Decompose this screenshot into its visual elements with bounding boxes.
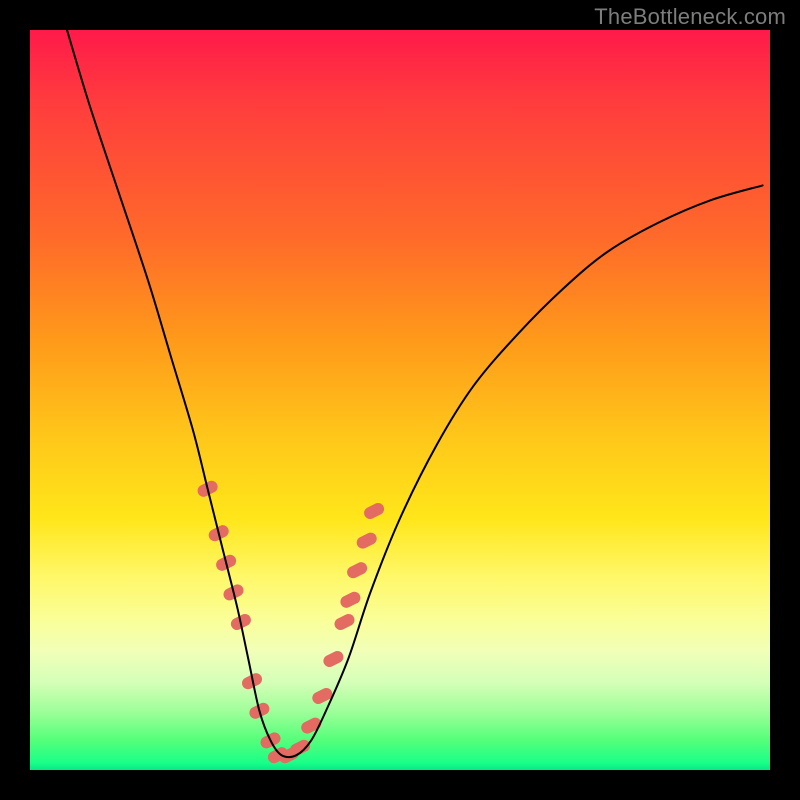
plot-area [30, 30, 770, 770]
highlight-dot [346, 598, 354, 602]
watermark-text: TheBottleneck.com [594, 4, 786, 30]
highlight-dot [353, 568, 361, 572]
highlight-dot [329, 657, 337, 661]
bottleneck-curve [67, 30, 763, 757]
highlight-dot [370, 509, 378, 513]
highlight-dot [341, 620, 349, 624]
chart-frame: TheBottleneck.com [0, 0, 800, 800]
highlight-dot [307, 724, 315, 728]
highlight-dots [204, 487, 379, 757]
highlight-dot [363, 539, 371, 543]
curve-svg [30, 30, 770, 770]
highlight-dot [318, 694, 326, 698]
